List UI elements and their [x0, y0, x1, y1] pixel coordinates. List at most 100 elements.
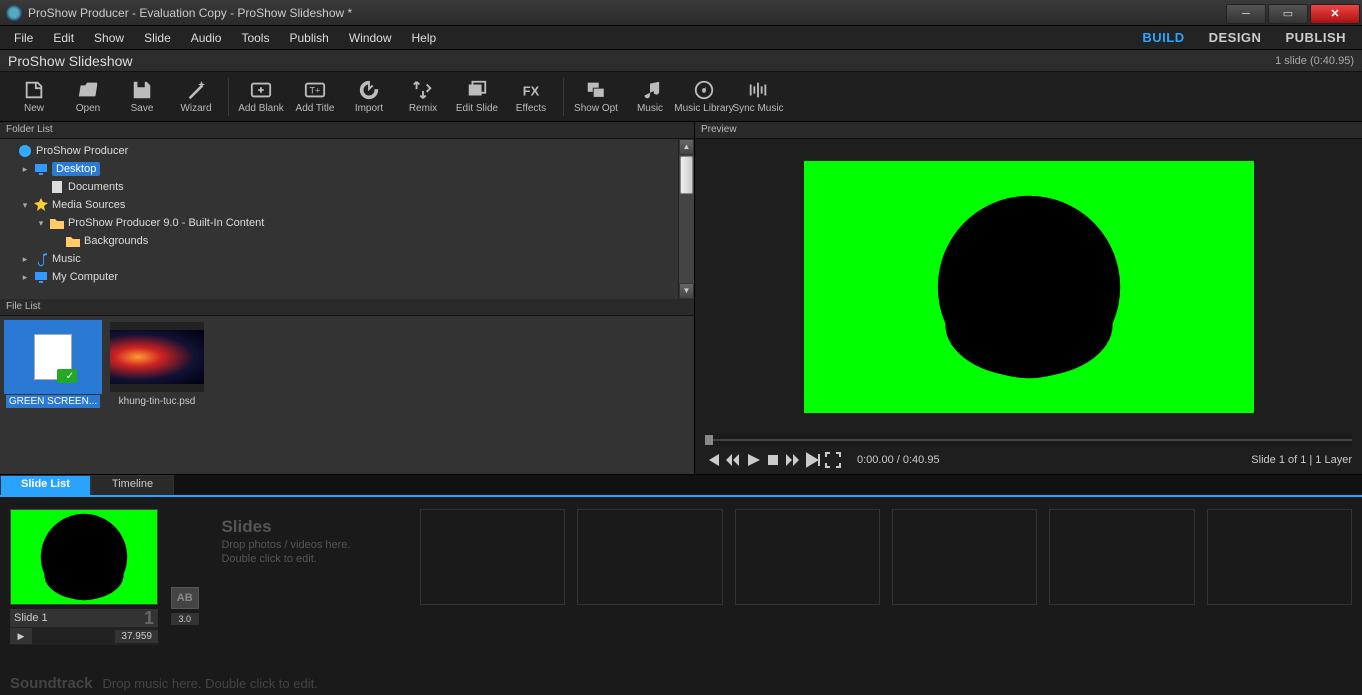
- folder-scrollbar[interactable]: ▲ ▼: [678, 139, 694, 299]
- scrubber-knob[interactable]: [705, 435, 713, 445]
- goto-end-button[interactable]: [805, 452, 821, 468]
- forward-button[interactable]: [785, 452, 801, 468]
- mode-design[interactable]: DESIGN: [1197, 30, 1274, 45]
- preview-header: Preview: [695, 122, 1362, 139]
- addtitle-button[interactable]: Add Title: [289, 79, 341, 114]
- transition[interactable]: AB 3.0: [170, 539, 199, 672]
- menu-edit[interactable]: Edit: [43, 28, 84, 48]
- toolbar-label: Add Blank: [238, 103, 284, 114]
- soccer-ball-icon: [934, 192, 1124, 382]
- import-button[interactable]: Import: [343, 79, 395, 114]
- project-name: ProShow Slideshow: [8, 53, 133, 69]
- tree-node-documents[interactable]: Documents: [0, 178, 678, 196]
- tree-twisty[interactable]: ▸: [20, 272, 30, 283]
- stop-button[interactable]: [765, 452, 781, 468]
- window-close-button[interactable]: ✕: [1310, 4, 1360, 24]
- tab-timeline[interactable]: Timeline: [91, 475, 174, 495]
- preview-scrubber[interactable]: [705, 434, 1352, 446]
- slide-number: 1: [144, 608, 154, 629]
- file-thumbnail: [110, 322, 204, 392]
- slide-play-button[interactable]: ▶: [10, 628, 32, 644]
- new-icon: [22, 79, 46, 101]
- preview-controls: 0:00.00 / 0:40.95 Slide 1 of 1 | 1 Layer: [695, 446, 1362, 474]
- slide-label: Slide 1: [14, 612, 48, 624]
- tree-twisty[interactable]: ▾: [36, 218, 46, 229]
- syncmusic-button[interactable]: Sync Music: [732, 79, 784, 114]
- remix-icon: [411, 79, 435, 101]
- tree-node-my-computer[interactable]: ▸My Computer: [0, 268, 678, 286]
- window-minimize-button[interactable]: ─: [1226, 4, 1266, 24]
- menu-slide[interactable]: Slide: [134, 28, 181, 48]
- file-thumb-icon: [34, 334, 72, 380]
- menu-window[interactable]: Window: [339, 28, 402, 48]
- open-button[interactable]: Open: [62, 79, 114, 114]
- tree-twisty[interactable]: ▸: [20, 164, 30, 175]
- menu-tools[interactable]: Tools: [231, 28, 279, 48]
- effects-button[interactable]: Effects: [505, 79, 557, 114]
- menu-file[interactable]: File: [4, 28, 43, 48]
- tree-node-proshow-producer-9-0-built-in-content[interactable]: ▾ ProShow Producer 9.0 - Built-In Content: [0, 214, 678, 232]
- preview-panel: 0:00.00 / 0:40.95 Slide 1 of 1 | 1 Layer: [695, 139, 1362, 474]
- soundtrack-track[interactable]: Soundtrack Drop music here. Double click…: [0, 672, 1362, 694]
- play-button[interactable]: [745, 452, 761, 468]
- goto-start-button[interactable]: [705, 452, 721, 468]
- editslide-button[interactable]: Edit Slide: [451, 79, 503, 114]
- rewind-button[interactable]: [725, 452, 741, 468]
- tree-node-music[interactable]: ▸Music: [0, 250, 678, 268]
- mode-build[interactable]: BUILD: [1130, 30, 1196, 45]
- window-maximize-button[interactable]: ▭: [1268, 4, 1308, 24]
- preview-canvas[interactable]: [695, 139, 1362, 434]
- mode-publish[interactable]: PUBLISH: [1273, 30, 1358, 45]
- menu-audio[interactable]: Audio: [181, 28, 232, 48]
- tree-node-proshow-producer[interactable]: ProShow Producer: [0, 142, 678, 160]
- file-item[interactable]: khung-tin-tuc.psd: [110, 322, 204, 408]
- wizard-button[interactable]: Wizard: [170, 79, 222, 114]
- doc-icon: [49, 180, 65, 194]
- menu-publish[interactable]: Publish: [279, 28, 338, 48]
- menu-show[interactable]: Show: [84, 28, 134, 48]
- slide-thumbnail[interactable]: [10, 509, 158, 605]
- slide-card[interactable]: Slide 1 1 ▶ 37.959: [10, 509, 158, 672]
- empty-slide-slot[interactable]: [1207, 509, 1352, 605]
- toolbar-separator: [563, 78, 564, 116]
- slides-drop-hint[interactable]: Slides Drop photos / videos here. Double…: [211, 509, 408, 672]
- tree-label: ProShow Producer 9.0 - Built-In Content: [68, 217, 264, 229]
- tree-twisty[interactable]: ▾: [20, 200, 30, 211]
- empty-slide-slot[interactable]: [420, 509, 565, 605]
- menu-help[interactable]: Help: [402, 28, 447, 48]
- soundtrack-hint: Drop music here. Double click to edit.: [103, 676, 318, 691]
- slide-duration[interactable]: 37.959: [115, 630, 158, 643]
- file-item[interactable]: GREEN SCREEN...: [6, 322, 100, 408]
- tree-node-media-sources[interactable]: ▾Media Sources: [0, 196, 678, 214]
- scroll-down-button[interactable]: ▼: [679, 283, 694, 299]
- effects-icon: [519, 79, 543, 101]
- addblank-button[interactable]: Add Blank: [235, 79, 287, 114]
- transition-duration[interactable]: 3.0: [171, 613, 199, 625]
- save-button[interactable]: Save: [116, 79, 168, 114]
- scroll-up-button[interactable]: ▲: [679, 139, 694, 155]
- tab-slide-list[interactable]: Slide List: [0, 475, 91, 495]
- showopt-button[interactable]: Show Opt: [570, 79, 622, 114]
- music-button[interactable]: Music: [624, 79, 676, 114]
- tree-node-backgrounds[interactable]: Backgrounds: [0, 232, 678, 250]
- file-thumbnail: [6, 322, 100, 392]
- empty-slide-slot[interactable]: [577, 509, 722, 605]
- preview-slide-info: Slide 1 of 1 | 1 Layer: [1251, 454, 1352, 466]
- empty-slide-slot[interactable]: [1049, 509, 1194, 605]
- soundtrack-title: Soundtrack: [10, 675, 93, 692]
- tree-twisty[interactable]: ▸: [20, 254, 30, 265]
- toolbar: NewOpenSaveWizard Add Blank Add Title Impor…: [0, 72, 1362, 122]
- empty-slide-slot[interactable]: [735, 509, 880, 605]
- transition-icon[interactable]: AB: [171, 587, 199, 609]
- remix-button[interactable]: Remix: [397, 79, 449, 114]
- empty-slide-slot[interactable]: [892, 509, 1037, 605]
- toolbar-label: Import: [355, 103, 383, 114]
- showopt-icon: [584, 79, 608, 101]
- menu-bar: FileEditShowSlideAudioToolsPublishWindow…: [0, 26, 1362, 50]
- fullscreen-button[interactable]: [825, 452, 841, 468]
- new-button[interactable]: New: [8, 79, 60, 114]
- scroll-thumb[interactable]: [680, 156, 693, 194]
- musiclib-button[interactable]: Music Library: [678, 79, 730, 114]
- toolbar-label: Show Opt: [574, 103, 618, 114]
- tree-node-desktop[interactable]: ▸Desktop: [0, 160, 678, 178]
